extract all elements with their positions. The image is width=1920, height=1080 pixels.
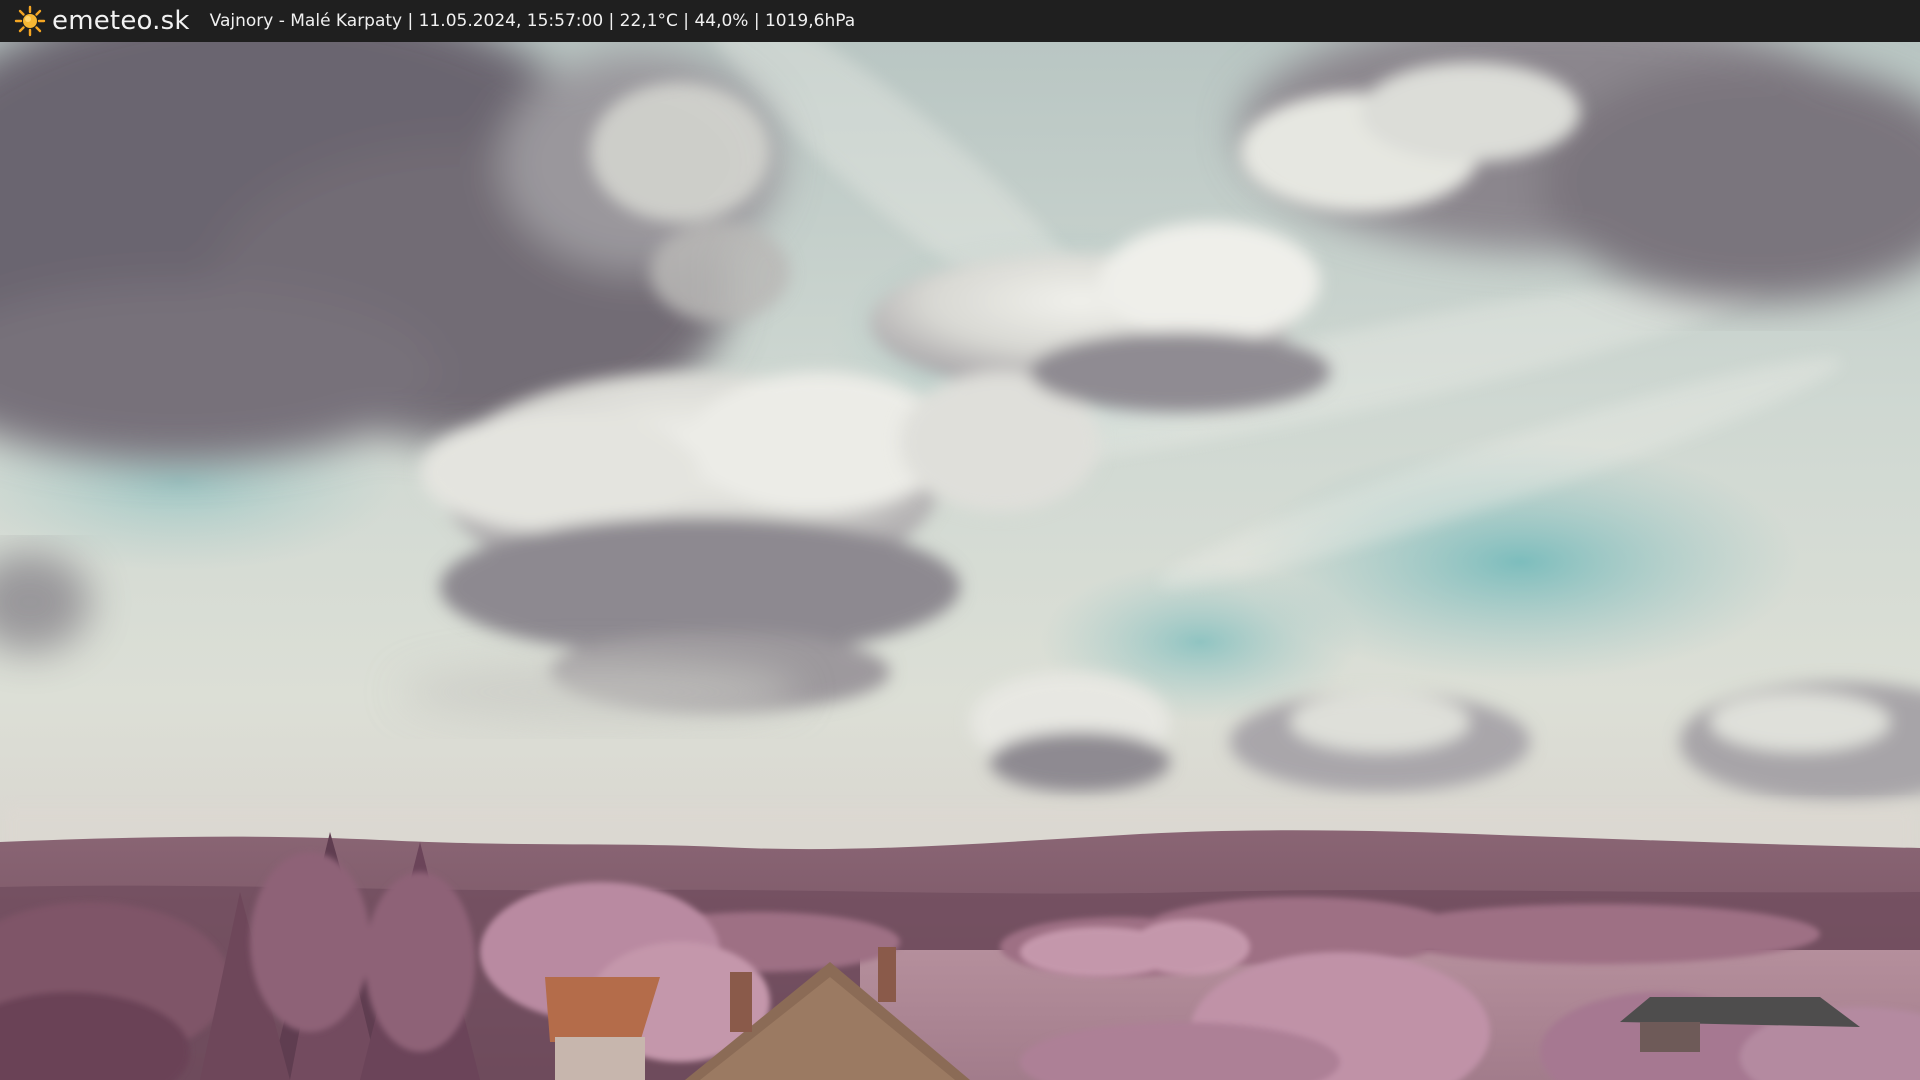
top-bar: emeteo.sk Vajnory - Malé Karpaty | 11.05… [0, 0, 1920, 42]
site-logo[interactable]: emeteo.sk [14, 5, 190, 37]
webcam-scene [0, 42, 1920, 1080]
station-info-line: Vajnory - Malé Karpaty | 11.05.2024, 15:… [209, 11, 856, 31]
webcam-page: emeteo.sk Vajnory - Malé Karpaty | 11.05… [0, 0, 1920, 1080]
webcam-image [0, 42, 1920, 1080]
sun-icon [14, 5, 46, 37]
site-brand: emeteo.sk [52, 6, 190, 36]
